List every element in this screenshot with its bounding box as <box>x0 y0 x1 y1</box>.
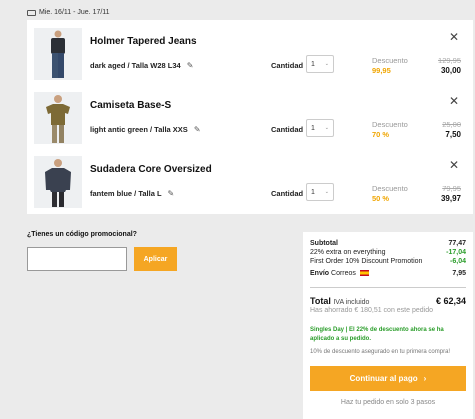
spain-flag-icon <box>359 270 369 277</box>
savings-text: Has ahorrado € 180,51 con este pedido <box>310 307 433 314</box>
checkout-steps-note: Haz tu pedido en solo 3 pasos <box>340 399 436 406</box>
chevron-down-icon: ⌄ <box>324 189 329 195</box>
continue-to-payment-button[interactable]: Continuar al pago › <box>310 366 466 391</box>
first-order-discount-row: First Order 10% Discount Promotion -6,04 <box>310 257 466 266</box>
truck-icon <box>27 9 36 16</box>
quantity-value: 1 <box>311 60 315 68</box>
cart-item-sweatshirt: Sudadera Core Oversized fantem blue / Ta… <box>27 150 473 214</box>
original-price: 79,95 <box>442 184 461 193</box>
final-price: 39,97 <box>440 194 461 203</box>
shipping-value: 7,95 <box>452 270 466 277</box>
quantity-value: 1 <box>311 188 315 196</box>
total-row: Total IVA incluido € 62,34 <box>310 296 466 306</box>
remove-item-close-icon[interactable]: ✕ <box>449 158 459 172</box>
cart-items-panel: Holmer Tapered Jeans dark aged / Talla W… <box>27 20 473 214</box>
final-price: 7,50 <box>445 130 461 139</box>
shipping-label: Envío <box>310 270 330 277</box>
singles-day-notice: Singles Day | El 22% de descuento ahora … <box>310 327 444 342</box>
quantity-label: Cantidad <box>271 61 304 70</box>
original-price: 25,00 <box>442 120 461 129</box>
edit-pencil-icon[interactable]: ✎ <box>194 125 201 134</box>
total-value: € 62,34 <box>435 296 466 306</box>
product-name[interactable]: Camiseta Base-S <box>90 100 171 111</box>
first-order-value: -6,04 <box>450 258 466 265</box>
chevron-down-icon: ⌄ <box>324 125 329 131</box>
variant-text: light antic green / Talla XXS <box>90 125 188 134</box>
quantity-select[interactable]: 1 ⌄ <box>306 55 334 73</box>
final-price: 30,00 <box>440 66 461 75</box>
total-label: Total <box>310 296 331 306</box>
apply-promo-button[interactable]: Aplicar <box>134 247 177 271</box>
total-label-group: Total IVA incluido <box>310 296 369 306</box>
first-order-note: 10% de descuento asegurado en tu primera… <box>310 349 451 355</box>
edit-pencil-icon[interactable]: ✎ <box>187 61 194 70</box>
cart-item-jeans: Holmer Tapered Jeans dark aged / Talla W… <box>27 22 473 86</box>
original-price: 129,95 <box>438 56 461 65</box>
edit-pencil-icon[interactable]: ✎ <box>168 189 175 198</box>
shipping-row: Envío Correos 7,95 <box>310 269 466 278</box>
subtotal-row: Subtotal 77,47 <box>310 239 466 248</box>
product-variant: dark aged / Talla W28 L34 ✎ <box>90 61 193 70</box>
product-image-jeans[interactable] <box>34 28 82 80</box>
product-name[interactable]: Holmer Tapered Jeans <box>90 36 197 47</box>
subtotal-value: 77,47 <box>448 240 466 247</box>
variant-text: fantem blue / Talla L <box>90 189 162 198</box>
extra-discount-row: 22% extra on everything -17,04 <box>310 248 466 257</box>
checkout-label: Continuar al pago <box>349 374 418 383</box>
quantity-label: Cantidad <box>271 125 304 134</box>
extra-discount-value: -17,04 <box>446 249 466 256</box>
quantity-select[interactable]: 1 ⌄ <box>306 119 334 137</box>
subtotal-label: Subtotal <box>310 240 338 247</box>
discount-value: 70 % <box>372 130 390 139</box>
first-order-label: First Order 10% Discount Promotion <box>310 258 423 265</box>
remove-item-close-icon[interactable]: ✕ <box>449 94 459 108</box>
delivery-estimate: Mie. 16/11 - Jue. 17/11 <box>27 9 110 16</box>
summary-divider <box>310 287 466 288</box>
discount-label: Descuento <box>372 120 408 129</box>
shipping-carrier: Correos <box>331 270 356 277</box>
product-variant: fantem blue / Talla L ✎ <box>90 189 174 198</box>
quantity-value: 1 <box>311 124 315 132</box>
order-summary-panel: Subtotal 77,47 22% extra on everything -… <box>303 232 473 419</box>
chevron-right-icon: › <box>423 374 427 383</box>
quantity-label: Cantidad <box>271 189 304 198</box>
discount-label: Descuento <box>372 184 408 193</box>
product-name[interactable]: Sudadera Core Oversized <box>90 164 212 175</box>
discount-value: 50 % <box>372 194 390 203</box>
product-image-sweatshirt[interactable] <box>34 156 82 208</box>
delivery-dates: Mie. 16/11 - Jue. 17/11 <box>39 9 110 16</box>
discount-value: 99,95 <box>372 66 391 75</box>
promo-code-input[interactable] <box>27 247 127 271</box>
shipping-info: Envío Correos <box>310 269 369 278</box>
chevron-down-icon: ⌄ <box>324 61 329 67</box>
promo-code-title: ¿Tienes un código promocional? <box>27 231 137 238</box>
cart-item-tshirt: Camiseta Base-S light antic green / Tall… <box>27 86 473 150</box>
discount-label: Descuento <box>372 56 408 65</box>
total-tax-note: IVA incluido <box>333 299 370 306</box>
product-variant: light antic green / Talla XXS ✎ <box>90 125 201 134</box>
product-image-tshirt[interactable] <box>34 92 82 144</box>
variant-text: dark aged / Talla W28 L34 <box>90 61 181 70</box>
remove-item-close-icon[interactable]: ✕ <box>449 30 459 44</box>
quantity-select[interactable]: 1 ⌄ <box>306 183 334 201</box>
extra-discount-label: 22% extra on everything <box>310 249 386 256</box>
